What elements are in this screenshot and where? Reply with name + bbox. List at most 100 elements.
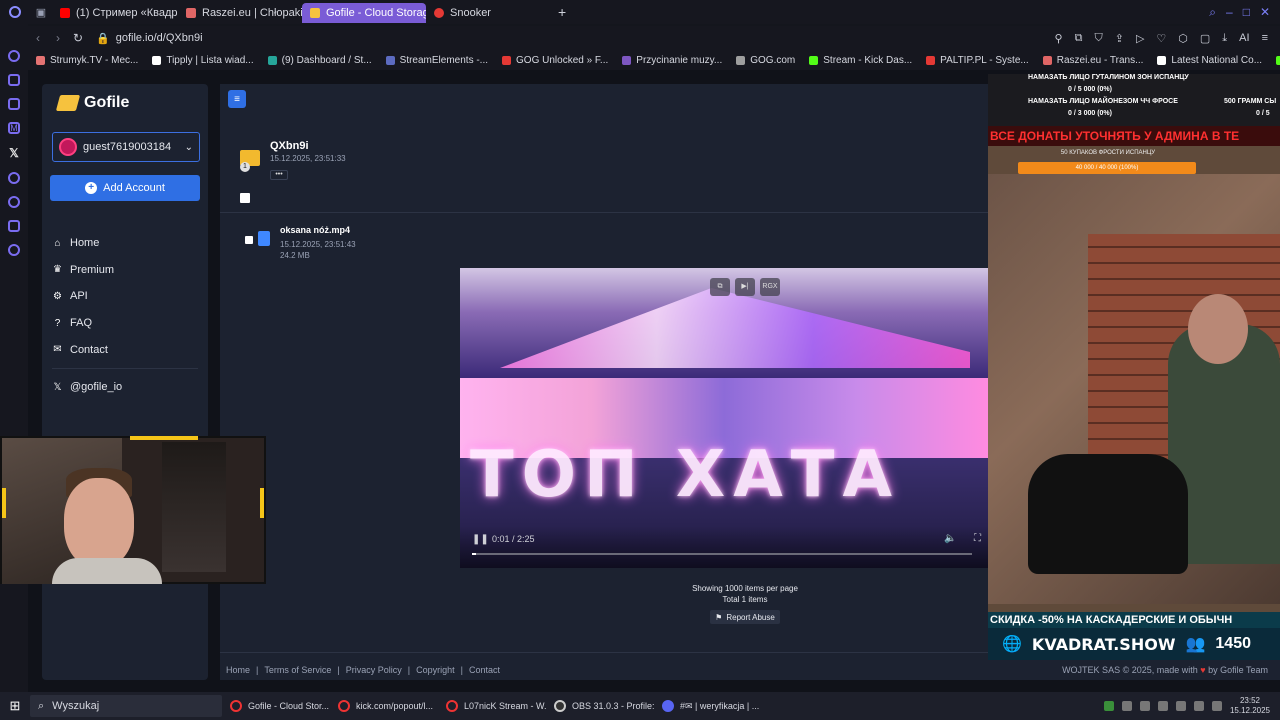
bookmark-icon (736, 55, 746, 65)
search-tabs-icon[interactable]: ⌕ (1209, 5, 1216, 20)
footer-link-home[interactable]: Home (226, 665, 250, 675)
skip-icon[interactable]: ▶| (735, 278, 755, 296)
taskbar-search[interactable]: ⌕ Wyszukaj (30, 695, 222, 717)
history-icon[interactable] (8, 196, 20, 208)
cast-icon[interactable]: ⇪ (1115, 32, 1124, 45)
bookmark-item[interactable]: Tipply | Lista wiad... (152, 55, 254, 66)
add-account-button[interactable]: + Add Account (50, 175, 200, 201)
bookmark-item[interactable]: Przycinanie muzy... (622, 55, 722, 66)
tray-icon[interactable] (1175, 701, 1186, 711)
bookmark-icon (1276, 55, 1280, 65)
webcam-frame (130, 436, 198, 440)
stream-person (1188, 294, 1248, 364)
tab-kvadrat[interactable]: (1) Стример «Квадрат (52, 3, 178, 23)
forward-icon[interactable]: › (48, 31, 68, 45)
minimize-icon[interactable]: – (1226, 5, 1233, 20)
taskbar-item[interactable]: L07nicK Stream - W... (438, 692, 546, 720)
speed-dial-icon[interactable] (8, 74, 20, 86)
taskbar: ⊞ ⌕ Wyszukaj Gofile - Cloud Stor... kick… (0, 692, 1280, 720)
reload-icon[interactable]: ↻ (68, 31, 88, 45)
sidebar-item-api[interactable]: ⚙ API (52, 283, 198, 310)
bookmark-item[interactable]: Strumyk.TV - Mec... (36, 55, 138, 66)
report-abuse-button[interactable]: ⚑ Report Abuse (710, 610, 780, 624)
download-icon[interactable]: ⤓ (1222, 32, 1227, 45)
video-seekbar[interactable] (472, 553, 972, 555)
footer-link-contact[interactable]: Contact (469, 665, 500, 675)
extensions-side-icon[interactable] (8, 220, 20, 232)
taskbar-item[interactable]: Gofile - Cloud Stor... (222, 692, 330, 720)
video-player[interactable]: ТОП ХАТА ⧉ ▶| RGX ❚❚ 0:01 / 2:25 🔈 ⛶ (460, 268, 988, 568)
bookmark-item[interactable]: (9) Dashboard / St... (267, 55, 372, 66)
bookmark-item[interactable]: StreamElements -... (385, 55, 488, 66)
pause-icon[interactable]: ❚❚ (472, 534, 489, 545)
ai-icon[interactable]: AI (1239, 32, 1249, 45)
network-icon[interactable] (1193, 701, 1204, 711)
bookmark-item[interactable]: Stream - Kick Das... (809, 55, 912, 66)
account-select[interactable]: guest7619003184 ⌄ (52, 132, 200, 162)
wallet-icon[interactable]: ▢ (1200, 32, 1210, 45)
settings-gear-icon[interactable] (8, 244, 20, 256)
bookmark-item[interactable]: GOG Unlocked » F... (502, 55, 608, 66)
hamburger-menu-icon[interactable]: ≡ (228, 90, 246, 108)
url-field[interactable]: 🔒 gofile.io/d/QXbn9i (96, 32, 203, 45)
gofile-logo[interactable]: Gofile (55, 94, 129, 112)
workspaces-icon[interactable]: ▣ (30, 0, 52, 24)
volume-icon[interactable] (1211, 701, 1222, 711)
footer-link-privacy[interactable]: Privacy Policy (346, 665, 402, 675)
tray-icon[interactable] (1157, 701, 1168, 711)
bookmark-icon (809, 55, 819, 65)
maximize-icon[interactable]: □ (1243, 5, 1250, 20)
footer-link-copyright[interactable]: Copyright (416, 665, 455, 675)
sidebar-item-faq[interactable]: ? FAQ (52, 310, 198, 337)
volume-icon[interactable]: 🔈 (944, 533, 956, 544)
shield-icon[interactable]: ⛉ (1094, 32, 1102, 45)
bookmark-item[interactable]: Latest National Co... (1157, 55, 1262, 66)
select-all-checkbox[interactable] (240, 193, 250, 203)
new-tab-button[interactable]: + (550, 4, 574, 20)
back-icon[interactable]: ‹ (28, 31, 48, 45)
opera-sidebar: M 𝕏 (0, 24, 28, 692)
tab-raszei[interactable]: Raszei.eu | Chłopaki z Ra (178, 3, 302, 23)
snapshot-icon[interactable]: ⧉ (1075, 32, 1083, 45)
play-icon[interactable]: ▷ (1136, 32, 1144, 45)
sidebar-item-contact[interactable]: ✉ Contact (52, 336, 198, 363)
tray-icon[interactable] (1103, 701, 1114, 711)
taskbar-item[interactable]: #✉ | weryfikacja | ... (654, 692, 762, 720)
close-icon[interactable]: ✕ (1260, 5, 1270, 20)
clock[interactable]: 23:52 15.12.2025 (1230, 696, 1270, 716)
pip-icon[interactable]: ⧉ (710, 278, 730, 296)
heart-icon[interactable]: ♡ (1156, 32, 1166, 45)
fullscreen-icon[interactable]: ⛶ (974, 533, 981, 544)
sidebar-item-premium[interactable]: ♛ Premium (52, 257, 198, 284)
tray-icon[interactable] (1121, 701, 1132, 711)
pin-icon[interactable]: ⚲ (1055, 32, 1063, 45)
bookmark-item[interactable]: Raszei.eu - Trans... (1042, 55, 1143, 66)
windows-start-icon[interactable]: ⊞ (0, 698, 30, 714)
social-link-x[interactable]: 𝕏 @gofile_io (52, 374, 198, 401)
opera-icon (338, 700, 350, 712)
rgx-button[interactable]: RGX (760, 278, 780, 296)
file-name[interactable]: oksana nóż.mp4 (280, 225, 350, 235)
x-twitter-icon[interactable]: 𝕏 (9, 146, 19, 160)
messenger-icon[interactable] (8, 98, 20, 110)
taskbar-item[interactable]: OBS 31.0.3 - Profile:... (546, 692, 654, 720)
bookmark-item[interactable]: GOG.com (736, 55, 795, 66)
opera-menu-icon[interactable] (0, 0, 30, 24)
tab-gofile[interactable]: Gofile - Cloud Storage (302, 3, 426, 23)
sidebar-item-home[interactable]: ⌂ Home (52, 230, 198, 257)
gofile-sidebar: Gofile guest7619003184 ⌄ + Add Account ⌂… (42, 84, 208, 680)
tab-snooker[interactable]: Snooker (426, 3, 550, 23)
bookmark-item[interactable]: PALTIP.PL - Syste... (926, 55, 1029, 66)
settings-icon[interactable]: ≡ (1262, 32, 1268, 45)
aria-icon[interactable] (8, 50, 20, 62)
footer-link-terms[interactable]: Terms of Service (264, 665, 331, 675)
bookmark-icon (152, 55, 162, 65)
file-checkbox[interactable] (245, 236, 253, 244)
folder-options-button[interactable]: ••• (270, 170, 288, 180)
mail-icon[interactable]: M (8, 122, 20, 134)
taskbar-item[interactable]: kick.com/popout/l... (330, 692, 438, 720)
player-icon[interactable] (8, 172, 20, 184)
extensions-icon[interactable]: ⬡ (1178, 32, 1188, 45)
bookmark-item[interactable]: kali24853 (1276, 55, 1280, 66)
tray-icon[interactable] (1139, 701, 1150, 711)
